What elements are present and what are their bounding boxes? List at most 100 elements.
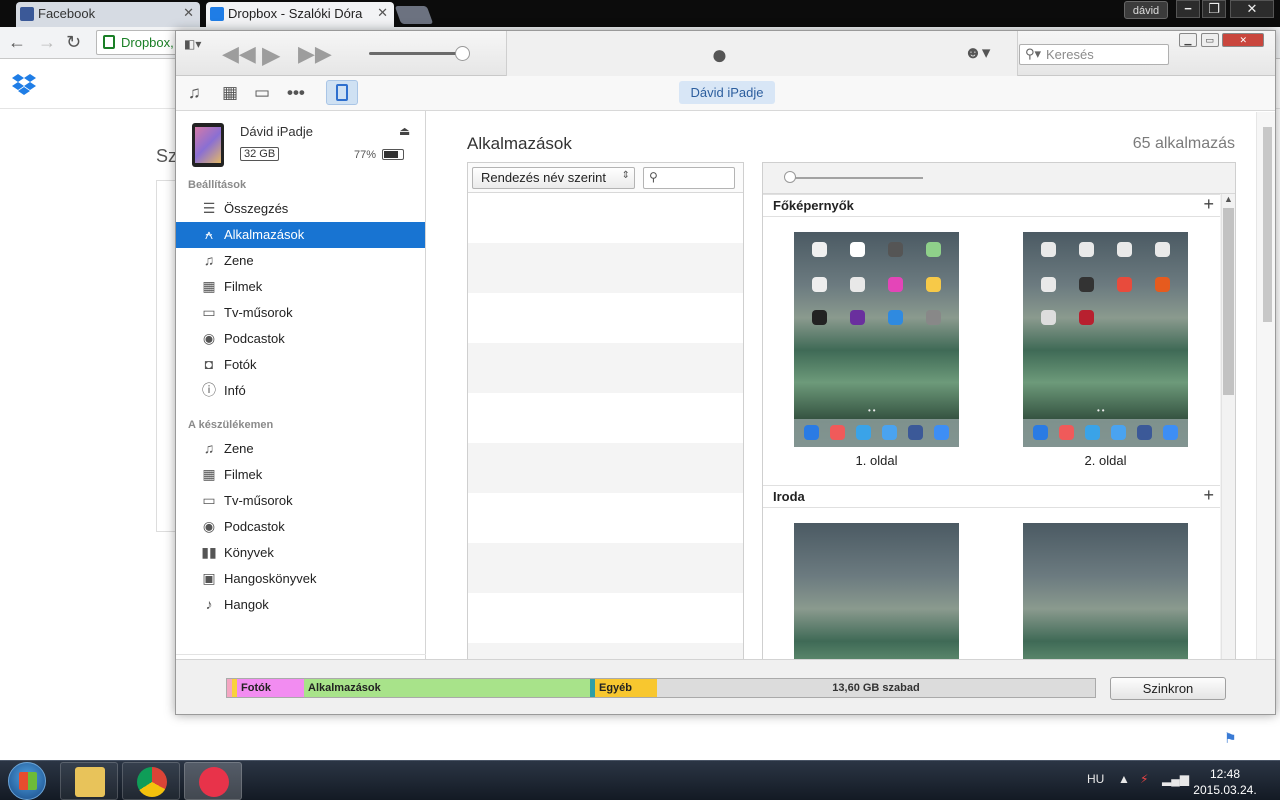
sidebar-item-device-music[interactable]: ♫ Zene (176, 436, 425, 462)
reload-icon[interactable]: ↻ (66, 32, 81, 53)
sidebar-item-music[interactable]: ♫ Zene (176, 248, 425, 274)
clock[interactable]: 12:48 2015.03.24. (1190, 766, 1260, 798)
list-item[interactable] (468, 443, 743, 493)
volume-slider[interactable] (369, 52, 459, 55)
sidebar-item-apps[interactable]: ⍲ Alkalmazások (176, 222, 425, 248)
play-icon[interactable]: ▶ (262, 41, 280, 70)
device-pill[interactable]: Dávid iPadje (679, 81, 775, 104)
minimize-button[interactable]: − (1176, 0, 1200, 18)
close-icon[interactable]: ✕ (183, 5, 194, 21)
dock (794, 419, 959, 447)
home-screen-page-2[interactable]: •• (1023, 232, 1188, 447)
search-input[interactable]: ⚲▾ Keresés (1019, 44, 1169, 65)
taskbar-chrome[interactable] (122, 762, 180, 800)
taskbar: HU ▲ ⚡ ▂▄▆ 12:48 2015.03.24. (0, 760, 1280, 800)
home-screen-page-1[interactable]: •• (794, 232, 959, 447)
forward-icon[interactable]: → (38, 32, 56, 53)
sidebar-item-tv[interactable]: ▭ Tv-műsorok (176, 300, 425, 326)
window-scrollbar[interactable] (1256, 112, 1275, 692)
sidebar-item-device-podcasts[interactable]: ◉ Podcastok (176, 514, 425, 540)
volume-knob[interactable] (455, 46, 470, 61)
music-icon: ♫ (203, 252, 215, 268)
page-heading: Sz (156, 146, 178, 166)
network-icon[interactable]: ▂▄▆ (1162, 772, 1189, 786)
taskbar-explorer[interactable] (60, 762, 118, 800)
list-item[interactable] (468, 343, 743, 393)
sidebar-item-photos[interactable]: ◘ Fotók (176, 352, 425, 378)
ipad-icon (336, 84, 348, 101)
close-button[interactable]: ✕ (1222, 33, 1265, 47)
back-icon[interactable]: ← (8, 32, 26, 53)
list-item[interactable] (468, 543, 743, 593)
new-tab-button[interactable] (394, 6, 434, 24)
sidebar: Dávid iPadje ⏏ 32 GB 77% Beállítások ☰ Ö… (176, 111, 426, 691)
info-icon: ⓘ (202, 382, 216, 398)
sidebar-item-device-books[interactable]: ▮▮ Könyvek (176, 540, 425, 566)
maximize-button[interactable]: ❐ (1202, 0, 1226, 18)
itunes-window: ◧▾ ◀◀ ▶ ▶▶ ● ☻▾ ⚲▾ Keresés ▁ ▭ ✕ ♫ ▦ ▭ •… (175, 30, 1276, 715)
sidebar-item-device-audiobooks[interactable]: ▣ Hangoskönyvek (176, 566, 425, 592)
sort-select[interactable]: Rendezés név szerint ⇕ (472, 167, 635, 189)
sidebar-item-label: Könyvek (224, 545, 274, 560)
language-indicator[interactable]: HU (1087, 772, 1104, 786)
sidebar-footer-divider (176, 654, 426, 655)
sidebar-item-label: Alkalmazások (224, 227, 305, 242)
folder-icon (1079, 242, 1094, 257)
sidebar-item-films[interactable]: ▦ Filmek (176, 274, 425, 300)
add-page-icon[interactable]: + (1203, 485, 1214, 506)
zoom-knob[interactable] (784, 171, 796, 183)
eject-icon[interactable]: ⏏ (399, 124, 410, 138)
list-item[interactable] (468, 493, 743, 543)
close-icon[interactable]: ✕ (377, 5, 388, 21)
app-search-input[interactable]: ⚲ (643, 167, 735, 189)
account-icon[interactable]: ☻▾ (964, 43, 990, 63)
minimize-button[interactable]: ▁ (1179, 33, 1197, 47)
clock-app-icon (812, 242, 827, 257)
close-window-button[interactable]: ✕ (1230, 0, 1274, 18)
maximize-button[interactable]: ▭ (1200, 33, 1219, 47)
next-icon[interactable]: ▶▶ (298, 41, 332, 67)
tv-icon[interactable]: ▭ (254, 83, 270, 103)
menu-icon[interactable]: ◧▾ (184, 37, 201, 51)
zoom-slider[interactable] (787, 177, 923, 179)
sidebar-item-podcasts[interactable]: ◉ Podcastok (176, 326, 425, 352)
home-screens-scrollbar[interactable]: ▲ ▼ (1221, 194, 1235, 692)
sidebar-item-device-tv[interactable]: ▭ Tv-műsorok (176, 488, 425, 514)
apps-icon: ⍲ (204, 226, 214, 242)
page-dots: •• (1097, 406, 1107, 415)
sidebar-item-device-films[interactable]: ▦ Filmek (176, 462, 425, 488)
list-item[interactable] (468, 243, 743, 293)
tab-facebook[interactable]: Facebook ✕ (16, 2, 200, 27)
show-hidden-icons[interactable]: ▲ (1118, 772, 1130, 786)
photos-app-icon (926, 277, 941, 292)
list-item[interactable] (468, 293, 743, 343)
sidebar-item-summary[interactable]: ☰ Összegzés (176, 196, 425, 222)
power-icon[interactable]: ⚡ (1140, 772, 1148, 786)
messenger-app-icon (934, 425, 949, 440)
flag-icon[interactable]: ⚑ (1224, 730, 1237, 747)
app-icon (1117, 277, 1132, 292)
list-item[interactable] (468, 393, 743, 443)
scrollbar-thumb[interactable] (1223, 208, 1234, 395)
facebook-app-icon (908, 425, 923, 440)
status-display (506, 31, 1018, 76)
more-icon[interactable]: ••• (287, 83, 305, 103)
add-page-icon[interactable]: + (1203, 194, 1214, 215)
taskbar-itunes[interactable] (184, 762, 242, 800)
device-button[interactable] (326, 80, 358, 105)
scrollbar-thumb[interactable] (1263, 127, 1272, 322)
tab-dropbox[interactable]: Dropbox - Szalóki Dóra ✕ (206, 2, 394, 27)
list-item[interactable] (468, 593, 743, 643)
film-icon[interactable]: ▦ (222, 83, 238, 103)
battery-icon (382, 149, 404, 160)
profile-badge[interactable]: dávid (1124, 1, 1168, 19)
list-item[interactable] (468, 193, 743, 243)
start-button[interactable] (8, 762, 46, 800)
dropbox-logo[interactable] (12, 72, 36, 96)
previous-icon[interactable]: ◀◀ (222, 41, 256, 67)
sync-button[interactable]: Szinkron (1110, 677, 1226, 700)
music-icon[interactable]: ♫ (188, 83, 201, 103)
sidebar-item-info[interactable]: ⓘ Infó (176, 378, 425, 404)
sidebar-item-device-tones[interactable]: ♪ Hangok (176, 592, 425, 618)
scroll-up-icon[interactable]: ▲ (1224, 194, 1233, 204)
